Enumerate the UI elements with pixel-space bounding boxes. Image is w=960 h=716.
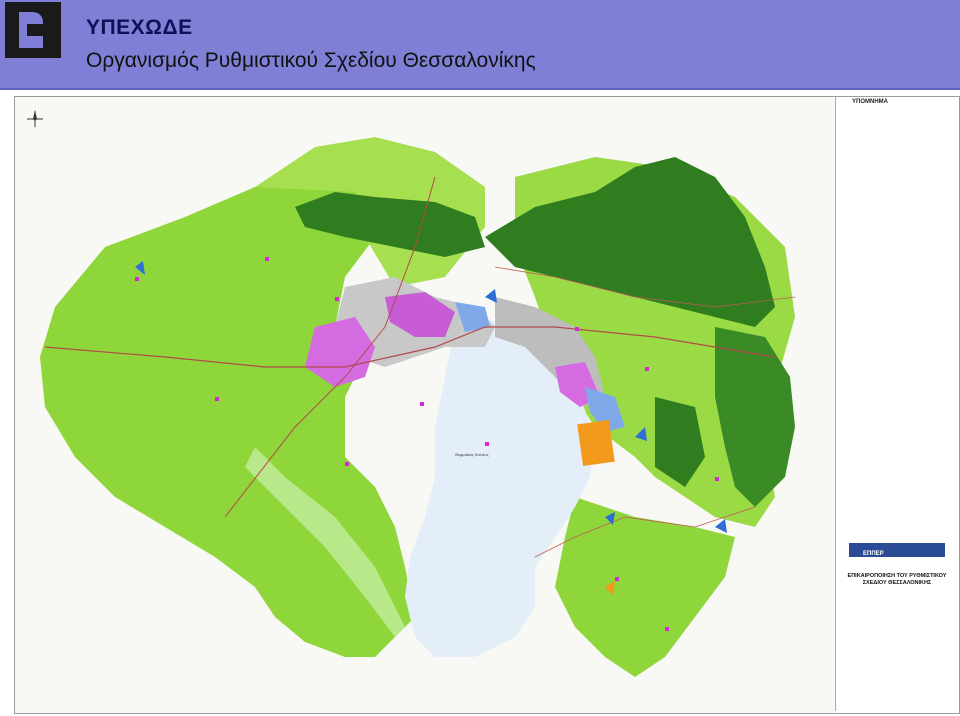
- regional-plan-map: ΥΠΟΜΝΗΜΑ ΕΠΠΕΡ ΕΠΙΚΑΙΡΟΠΟΙΗΣΗ ΤΟΥ ΡΥΘΜΙΣ…: [14, 96, 960, 714]
- firm-name: ΕΠΠΕΡ: [863, 551, 884, 557]
- gulf-label: Θερμαϊκός Κόλπος: [455, 452, 489, 457]
- airport-zone: [577, 419, 615, 467]
- map-legend: ΥΠΟΜΝΗΜΑ: [835, 97, 958, 711]
- project-title: ΕΠΙΚΑΙΡΟΠΟΙΗΣΗ ΤΟΥ ΡΥΘΜΙΣΤΙΚΟΥ ΣΧΕΔΙΟΥ Θ…: [847, 573, 947, 586]
- header-divider: [0, 88, 960, 90]
- presentation-header: ΥΠΕΧΩΔΕ Οργανισμός Ρυθμιστικού Σχεδίου Θ…: [0, 0, 960, 90]
- organization-abbreviation: ΥΠΕΧΩΔΕ: [86, 16, 193, 39]
- organization-name: Οργανισμός Ρυθμιστικού Σχεδίου Θεσσαλονί…: [86, 49, 536, 72]
- legend-title: ΥΠΟΜΝΗΜΑ: [852, 99, 888, 105]
- ministry-logo: [5, 2, 61, 58]
- firm-logo: ΕΠΠΕΡ: [849, 543, 945, 557]
- land-use-map: [15, 97, 959, 713]
- map-title-block: ΕΠΠΕΡ ΕΠΙΚΑΙΡΟΠΟΙΗΣΗ ΤΟΥ ΡΥΘΜΙΣΤΙΚΟΥ ΣΧΕ…: [837, 537, 955, 593]
